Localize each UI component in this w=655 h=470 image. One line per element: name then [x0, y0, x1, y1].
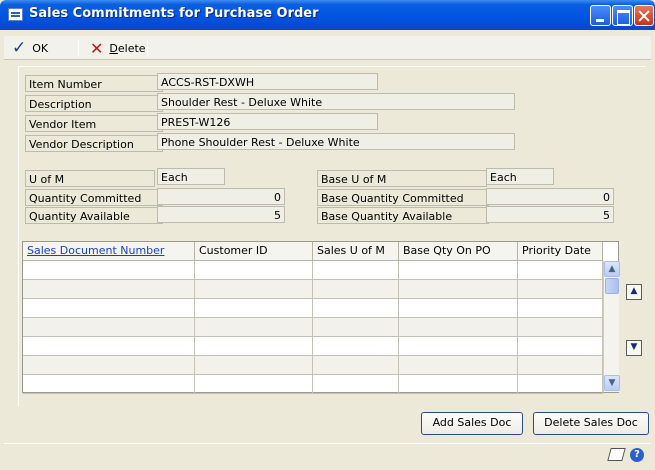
table-cell[interactable]	[195, 261, 313, 279]
check-icon: ✓	[12, 38, 27, 58]
column-customer-id: Customer ID	[195, 242, 313, 261]
base-quantity-committed-label: Base Quantity Committed	[317, 189, 489, 206]
base-quantity-committed-field: 0	[486, 188, 614, 205]
table-cell[interactable]	[313, 280, 399, 298]
table-cell[interactable]	[518, 318, 603, 336]
toolbar-separator	[147, 40, 148, 56]
table-cell[interactable]	[23, 337, 195, 355]
expand-up-icon[interactable]: ▲	[626, 284, 642, 300]
table-cell[interactable]	[23, 356, 195, 374]
item-number-field[interactable]: ACCS-RST-DXWH	[157, 73, 378, 90]
table-cell[interactable]	[313, 261, 399, 279]
column-sales-u-of-m: Sales U of M	[313, 242, 399, 261]
ok-label: OK	[32, 41, 49, 55]
grid-header: Sales Document Number Customer ID Sales …	[23, 242, 603, 261]
table-row[interactable]	[23, 337, 603, 356]
grid-scrollbar[interactable]: ▲ ▼	[603, 261, 620, 392]
status-bar: ?	[4, 443, 651, 467]
base-quantity-available-label: Base Quantity Available	[317, 207, 489, 224]
note-icon[interactable]	[607, 448, 626, 461]
table-cell[interactable]	[195, 318, 313, 336]
u-of-m-field[interactable]: Each	[157, 168, 225, 185]
toolbar: ✓ OK ✕ Delete	[4, 36, 651, 60]
table-row[interactable]	[23, 318, 603, 337]
vendor-description-label: Vendor Description	[25, 135, 163, 152]
add-sales-doc-button[interactable]: Add Sales Doc	[421, 412, 523, 435]
table-row[interactable]	[23, 261, 603, 280]
table-cell[interactable]	[399, 261, 518, 279]
minimize-button[interactable]	[590, 5, 611, 26]
table-cell[interactable]	[518, 375, 603, 393]
column-sales-document-number[interactable]: Sales Document Number	[23, 242, 195, 261]
u-of-m-label: U of M	[25, 170, 155, 187]
content-area: Item Number ACCS-RST-DXWH Description Sh…	[4, 60, 651, 440]
table-cell[interactable]	[518, 299, 603, 317]
table-row[interactable]	[23, 299, 603, 318]
table-cell[interactable]	[23, 261, 195, 279]
window-icon	[8, 8, 23, 21]
table-cell[interactable]	[313, 299, 399, 317]
title-bar[interactable]: Sales Commitments for Purchase Order	[0, 0, 655, 30]
sales-commitments-grid: Sales Document Number Customer ID Sales …	[22, 241, 620, 394]
help-icon[interactable]: ?	[630, 448, 644, 462]
maximize-button[interactable]	[612, 5, 633, 26]
table-cell[interactable]	[518, 337, 603, 355]
scroll-down-button[interactable]: ▼	[604, 375, 620, 391]
description-label: Description	[25, 95, 163, 112]
table-cell[interactable]	[313, 375, 399, 393]
table-cell[interactable]	[399, 356, 518, 374]
table-cell[interactable]	[195, 375, 313, 393]
table-cell[interactable]	[195, 337, 313, 355]
table-cell[interactable]	[399, 318, 518, 336]
base-u-of-m-field: Each	[486, 168, 554, 185]
vendor-item-field[interactable]: PREST-W126	[157, 113, 378, 130]
table-cell[interactable]	[23, 299, 195, 317]
delete-button[interactable]: ✕ Delete	[90, 38, 146, 58]
table-row[interactable]	[23, 356, 603, 375]
expand-down-icon[interactable]: ▼	[626, 340, 642, 356]
table-cell[interactable]	[23, 318, 195, 336]
table-cell[interactable]	[399, 375, 518, 393]
table-cell[interactable]	[399, 299, 518, 317]
table-cell[interactable]	[313, 356, 399, 374]
scroll-up-button[interactable]: ▲	[604, 261, 620, 277]
quantity-available-field: 5	[157, 206, 285, 223]
table-cell[interactable]	[195, 299, 313, 317]
table-cell[interactable]	[23, 280, 195, 298]
scroll-thumb[interactable]	[605, 278, 619, 294]
sales-commitments-window: Sales Commitments for Purchase Order ✓ O…	[0, 0, 655, 470]
table-cell[interactable]	[399, 280, 518, 298]
table-row[interactable]	[23, 280, 603, 299]
base-u-of-m-label: Base U of M	[317, 170, 487, 187]
table-cell[interactable]	[313, 337, 399, 355]
table-cell[interactable]	[399, 337, 518, 355]
column-base-qty-on-po: Base Qty On PO	[399, 242, 518, 261]
toolbar-separator	[78, 40, 79, 56]
table-cell[interactable]	[518, 280, 603, 298]
table-cell[interactable]	[195, 356, 313, 374]
vendor-item-label: Vendor Item	[25, 115, 163, 132]
ok-button[interactable]: ✓ OK	[12, 38, 48, 58]
grid-body	[23, 261, 603, 394]
window-title: Sales Commitments for Purchase Order	[29, 6, 319, 21]
delete-label: Delete	[109, 41, 146, 55]
delete-sales-doc-button[interactable]: Delete Sales Doc	[533, 412, 649, 435]
table-cell[interactable]	[518, 261, 603, 279]
close-button[interactable]	[634, 5, 654, 26]
table-cell[interactable]	[23, 375, 195, 393]
table-cell[interactable]	[518, 356, 603, 374]
quantity-committed-label: Quantity Committed	[25, 189, 163, 206]
description-field[interactable]: Shoulder Rest - Deluxe White	[157, 93, 515, 110]
table-cell[interactable]	[313, 318, 399, 336]
base-quantity-available-field: 5	[486, 206, 614, 223]
column-priority-date: Priority Date	[518, 242, 603, 261]
table-row[interactable]	[23, 375, 603, 394]
vendor-description-field[interactable]: Phone Shoulder Rest - Deluxe White	[157, 133, 515, 150]
quantity-available-label: Quantity Available	[25, 207, 163, 224]
quantity-committed-field: 0	[157, 188, 285, 205]
item-number-label: Item Number	[25, 75, 163, 92]
table-cell[interactable]	[195, 280, 313, 298]
x-icon: ✕	[90, 38, 104, 58]
